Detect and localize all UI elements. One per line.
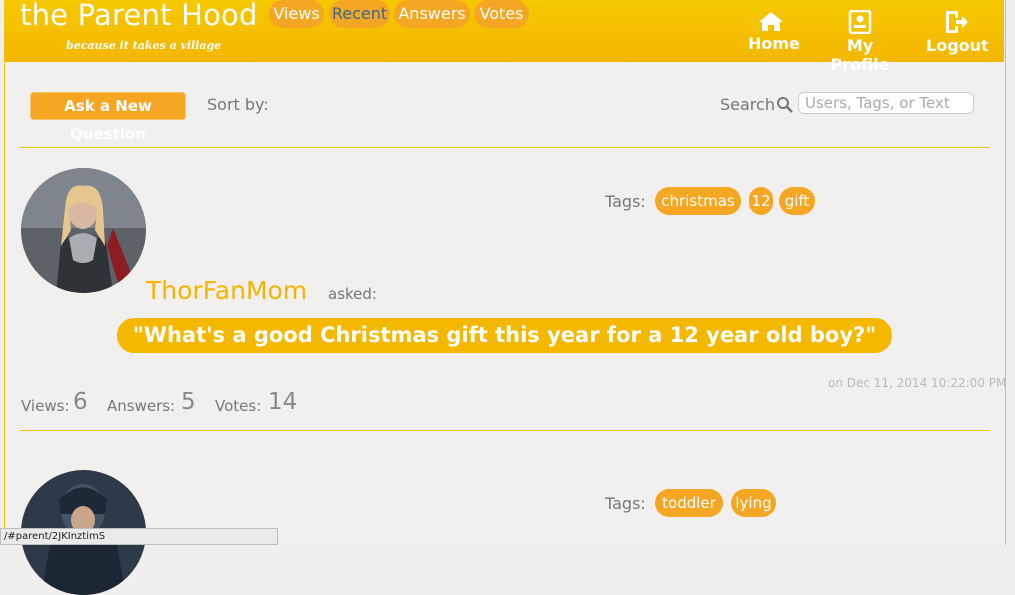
- site-brand[interactable]: the Parent Hood: [20, 0, 258, 32]
- home-icon: [759, 12, 783, 31]
- nav-logout[interactable]: Logout: [926, 10, 989, 55]
- avatar[interactable]: [21, 168, 146, 293]
- site-tagline: because it takes a village: [66, 39, 222, 52]
- status-bar-url: /#parent/2JKInztimS: [0, 528, 278, 545]
- tag-12[interactable]: 12: [749, 187, 773, 215]
- profile-icon: [848, 10, 872, 34]
- votes-count: 14: [268, 389, 298, 415]
- nav-logout-label: Logout: [926, 36, 989, 55]
- views-count: 6: [73, 389, 88, 415]
- nav-my-profile[interactable]: My Profile: [820, 10, 900, 74]
- tag-lying[interactable]: lying: [731, 489, 776, 517]
- search-input[interactable]: [798, 92, 974, 114]
- asked-label: asked:: [328, 285, 377, 303]
- tag-gift[interactable]: gift: [779, 187, 815, 215]
- sort-answers-button[interactable]: Answers: [394, 0, 470, 28]
- question-timestamp: on Dec 11, 2014 10:22:00 PM: [828, 376, 1007, 390]
- answers-count: 5: [181, 389, 196, 415]
- sort-views-button[interactable]: Views: [269, 0, 324, 28]
- views-label: Views:: [21, 397, 70, 415]
- search-icon: [777, 97, 793, 113]
- author-name[interactable]: ThorFanMom: [146, 276, 307, 305]
- divider: [20, 147, 989, 148]
- question-title[interactable]: "What's a good Christmas gift this year …: [117, 318, 892, 353]
- nav-home[interactable]: Home: [748, 10, 800, 53]
- sort-recent-button[interactable]: Recent: [329, 0, 390, 28]
- votes-label: Votes:: [215, 397, 262, 415]
- logout-icon: [946, 11, 968, 33]
- nav-home-label: Home: [748, 34, 800, 53]
- tags-label: Tags:: [605, 192, 646, 211]
- answers-label: Answers:: [107, 397, 176, 415]
- sort-votes-button[interactable]: Votes: [474, 0, 529, 28]
- ask-new-question-button[interactable]: Ask a New Question: [30, 92, 186, 143]
- tag-christmas[interactable]: christmas: [655, 187, 741, 215]
- nav-profile-label: My Profile: [830, 36, 890, 74]
- tag-toddler[interactable]: toddler: [655, 489, 723, 517]
- tags-label: Tags:: [605, 494, 646, 513]
- page-frame: [4, 0, 1006, 545]
- search-label: Search: [720, 95, 775, 114]
- divider: [20, 430, 989, 431]
- sort-by-label: Sort by:: [207, 95, 269, 114]
